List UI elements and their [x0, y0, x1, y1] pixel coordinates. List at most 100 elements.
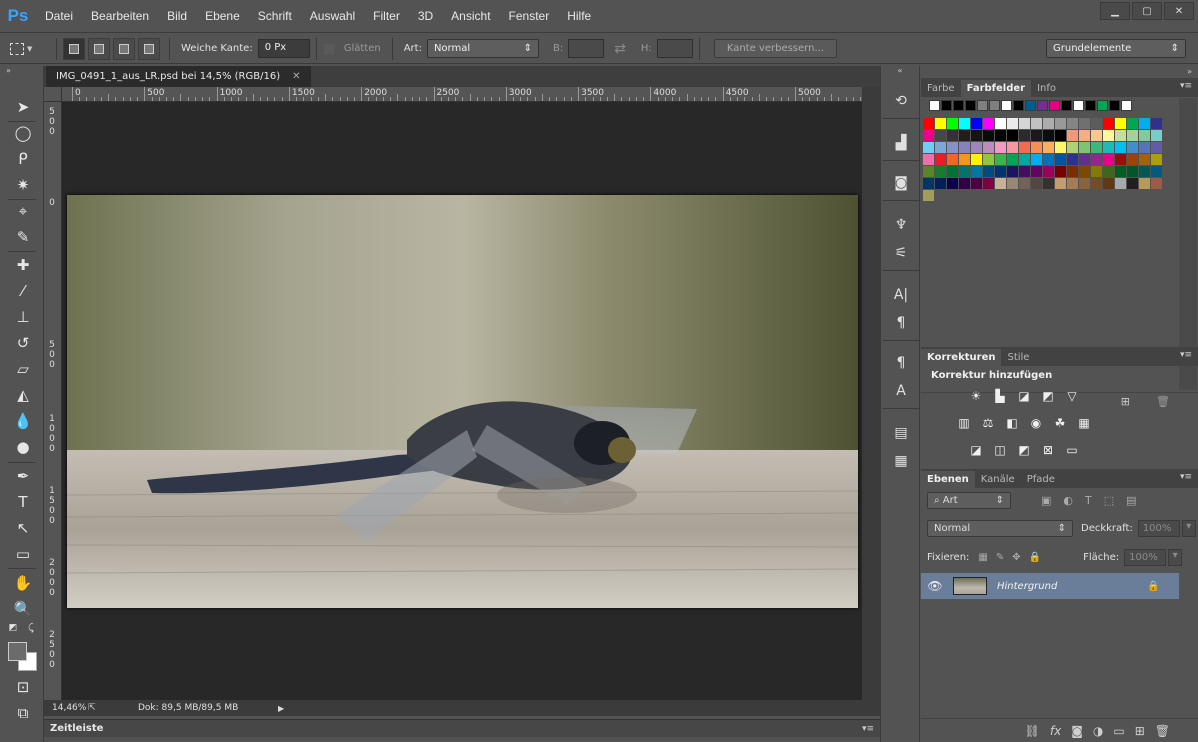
- vibrance-icon[interactable]: ▽: [1063, 388, 1081, 404]
- add-to-selection-button[interactable]: [88, 37, 110, 60]
- color-swatch[interactable]: [995, 154, 1006, 165]
- filter-adjustment-icon[interactable]: ◐: [1063, 494, 1073, 507]
- color-swatch[interactable]: [1055, 178, 1066, 189]
- color-swatch[interactable]: [1103, 142, 1114, 153]
- tab-kanaele[interactable]: Kanäle: [975, 471, 1021, 488]
- color-swatch[interactable]: [1079, 154, 1090, 165]
- recent-swatch[interactable]: [1109, 100, 1120, 111]
- color-swatch[interactable]: [1127, 166, 1138, 177]
- export-icon[interactable]: ⇱: [88, 703, 104, 713]
- color-swatch[interactable]: [935, 178, 946, 189]
- horizontal-ruler[interactable]: 0 500 1000 1500 2000 2500 3000 3500 4000 4500 5000: [62, 87, 862, 102]
- color-swatch[interactable]: [1007, 166, 1018, 177]
- color-swatch[interactable]: [971, 118, 982, 129]
- color-swatch[interactable]: [1043, 166, 1054, 177]
- path-selection-icon[interactable]: ↖: [10, 517, 36, 539]
- color-swatch[interactable]: [971, 130, 982, 141]
- eyedropper-icon[interactable]: ✎: [10, 226, 36, 248]
- color-swatch[interactable]: [1103, 118, 1114, 129]
- adjustment-layer-icon[interactable]: ◑: [1093, 724, 1103, 738]
- recent-swatch[interactable]: [989, 100, 1000, 111]
- menu-ebene[interactable]: Ebene: [196, 9, 249, 23]
- color-swatch[interactable]: [1103, 166, 1114, 177]
- color-swatch[interactable]: [959, 118, 970, 129]
- recent-swatch[interactable]: [1097, 100, 1108, 111]
- type-icon[interactable]: T: [10, 491, 36, 513]
- blur-icon[interactable]: 💧: [10, 410, 36, 432]
- color-swatch[interactable]: [1043, 118, 1054, 129]
- menu-ansicht[interactable]: Ansicht: [442, 9, 499, 23]
- color-swatch[interactable]: [983, 166, 994, 177]
- color-swatch[interactable]: [971, 166, 982, 177]
- color-swatch[interactable]: [1007, 154, 1018, 165]
- color-swatch[interactable]: [971, 154, 982, 165]
- color-swatch[interactable]: [1139, 142, 1150, 153]
- color-swatch[interactable]: [1091, 166, 1102, 177]
- color-swatch[interactable]: [1031, 130, 1042, 141]
- tool-preset-picker[interactable]: ▼: [10, 37, 50, 61]
- foreground-color-swatch[interactable]: [8, 642, 27, 661]
- panel-menu-icon[interactable]: ▾≡: [1180, 472, 1192, 482]
- vertical-ruler[interactable]: 500050010001500200025003000: [44, 102, 62, 700]
- chevron-down-icon[interactable]: ▾: [1181, 520, 1196, 537]
- minimize-button[interactable]: ▁: [1100, 2, 1130, 20]
- layer-row[interactable]: 👁 Hintergrund 🔒: [921, 573, 1179, 599]
- brush-panel-icon[interactable]: ⚟: [889, 242, 913, 264]
- swap-icon[interactable]: ⇄: [614, 41, 626, 57]
- collapse-icon[interactable]: »: [0, 66, 43, 78]
- color-swatch[interactable]: [947, 166, 958, 177]
- zoom-icon[interactable]: 🔍: [10, 598, 36, 620]
- new-layer-icon[interactable]: ⊞: [1135, 724, 1145, 738]
- color-swatch[interactable]: [1151, 130, 1162, 141]
- color-swatch[interactable]: [1127, 154, 1138, 165]
- threshold-icon[interactable]: ◩: [1015, 442, 1033, 458]
- color-swatch[interactable]: [1151, 118, 1162, 129]
- healing-brush-icon[interactable]: ✚: [10, 254, 36, 276]
- fill-input[interactable]: 100%: [1124, 549, 1167, 566]
- crop-icon[interactable]: ⌖: [10, 200, 36, 222]
- elliptical-marquee-icon[interactable]: ◯: [10, 122, 36, 144]
- color-swatch[interactable]: [1151, 142, 1162, 153]
- color-swatch[interactable]: [1103, 130, 1114, 141]
- color-swatch[interactable]: [995, 130, 1006, 141]
- filter-pixel-icon[interactable]: ▣: [1041, 494, 1051, 507]
- color-swatch[interactable]: [1091, 118, 1102, 129]
- posterize-icon[interactable]: ◫: [991, 442, 1009, 458]
- color-swatch[interactable]: [1055, 130, 1066, 141]
- collapse-panels-icon[interactable]: »: [1187, 67, 1192, 76]
- lasso-icon[interactable]: ᑭ: [10, 148, 36, 170]
- hue-saturation-icon[interactable]: ▥: [955, 415, 973, 431]
- new-swatch-icon[interactable]: ⊞: [1121, 395, 1130, 408]
- eraser-icon[interactable]: ▱: [10, 358, 36, 380]
- color-swatch[interactable]: [1091, 154, 1102, 165]
- color-swatch[interactable]: [995, 118, 1006, 129]
- color-swatch[interactable]: [1115, 142, 1126, 153]
- color-swatch[interactable]: [1067, 118, 1078, 129]
- color-swatch[interactable]: [971, 178, 982, 189]
- feather-input[interactable]: 0 Px: [257, 39, 310, 58]
- vertical-scrollbar[interactable]: [862, 87, 880, 700]
- brightness-contrast-icon[interactable]: ☀: [967, 388, 985, 404]
- panel-menu-icon[interactable]: ▾≡: [862, 724, 874, 734]
- color-swatch[interactable]: [983, 130, 994, 141]
- close-button[interactable]: ✕: [1164, 2, 1194, 20]
- color-swatch[interactable]: [1091, 130, 1102, 141]
- style-select[interactable]: Normal ⇕: [426, 39, 539, 58]
- history-panel-icon[interactable]: ⟲: [889, 90, 913, 112]
- add-mask-icon[interactable]: ◙: [1071, 724, 1083, 738]
- subtract-selection-button[interactable]: [113, 37, 135, 60]
- recent-swatch[interactable]: [1049, 100, 1060, 111]
- opacity-input[interactable]: 100%: [1137, 520, 1180, 537]
- filter-smart-object-icon[interactable]: ▤: [1126, 494, 1136, 507]
- brush-presets-icon[interactable]: ♆: [889, 214, 913, 236]
- color-swatch[interactable]: [1115, 154, 1126, 165]
- menu-fenster[interactable]: Fenster: [500, 9, 559, 23]
- color-swatch[interactable]: [1067, 166, 1078, 177]
- color-swatch[interactable]: [971, 142, 982, 153]
- move-tool-icon[interactable]: ➤: [10, 96, 36, 118]
- recent-swatch[interactable]: [1073, 100, 1084, 111]
- color-swatch[interactable]: [923, 118, 934, 129]
- color-swatch[interactable]: [959, 130, 970, 141]
- color-swatch[interactable]: [923, 190, 934, 201]
- color-swatch[interactable]: [947, 130, 958, 141]
